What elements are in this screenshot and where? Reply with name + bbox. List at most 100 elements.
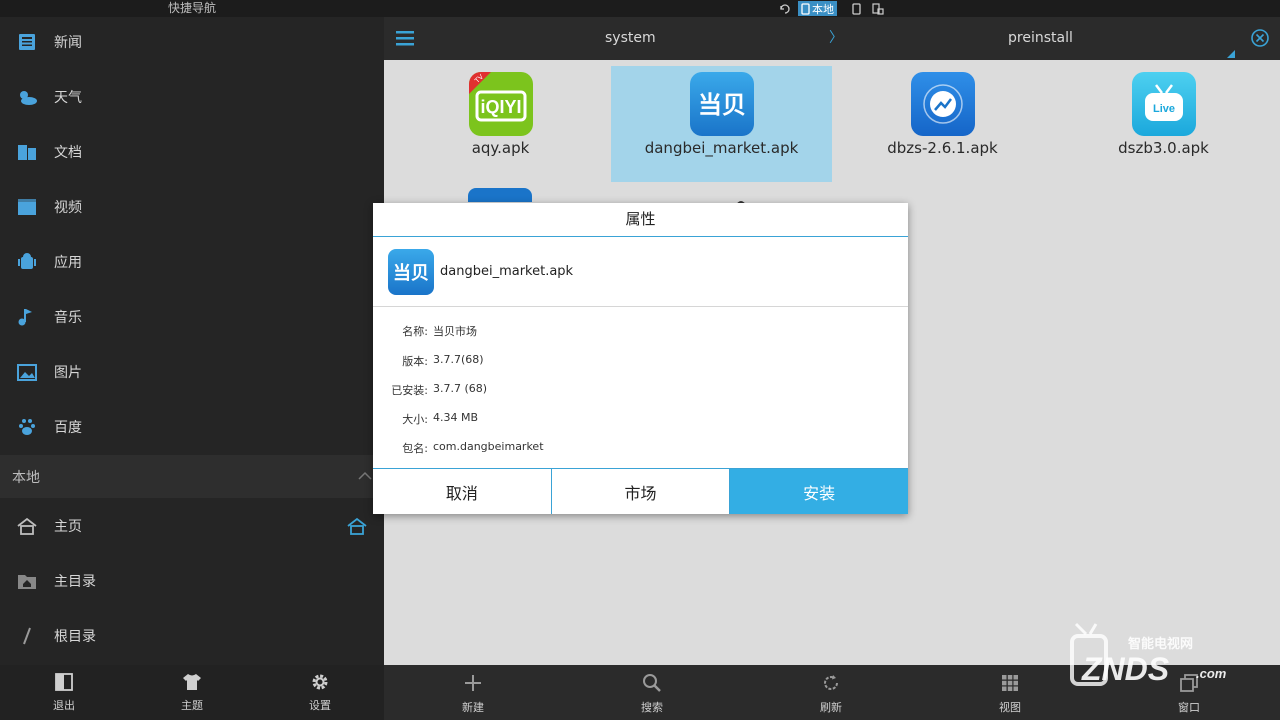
property-row-installed: 已安装: 3.7.7 (68): [373, 382, 908, 400]
svg-text:当贝: 当贝: [698, 91, 746, 119]
search-button[interactable]: 搜索: [612, 673, 692, 715]
dialog-buttons: 取消 市场 安装: [373, 468, 909, 514]
exit-button[interactable]: 退出: [19, 665, 109, 720]
sidebar-item-root-dir[interactable]: 根目录: [0, 611, 384, 661]
local-section-header[interactable]: 本地: [0, 455, 384, 498]
exit-label: 退出: [53, 698, 75, 712]
theme-button[interactable]: 主题: [147, 665, 237, 720]
refresh-label: 刷新: [820, 701, 842, 714]
apk-icon-partial[interactable]: [734, 192, 748, 208]
property-key: 大小:: [402, 413, 428, 426]
sidebar-item-pictures[interactable]: 图片: [0, 347, 384, 397]
svg-text:Live: Live: [1152, 103, 1174, 115]
sidebar-item-music[interactable]: 音乐: [0, 292, 384, 342]
weather-icon: [0, 87, 54, 107]
sidebar-item-baidu[interactable]: 百度: [0, 402, 384, 452]
dbzs-app-icon: [910, 72, 975, 136]
cancel-button[interactable]: 取消: [373, 469, 552, 514]
settings-button[interactable]: 设置: [275, 665, 365, 720]
sidebar-item-label: 新闻: [54, 35, 82, 51]
phone-storage-icon[interactable]: [852, 1, 861, 16]
property-row-name: 名称: 当贝市场: [373, 323, 908, 341]
remote-device-icon[interactable]: [872, 1, 884, 16]
property-key: 版本:: [402, 355, 428, 368]
watermark-brand-text: ZNDS: [1081, 651, 1170, 687]
sidebar-item-label: 图片: [54, 365, 82, 381]
sidebar-item-label: 天气: [54, 90, 82, 106]
sidebar-item-video[interactable]: 视频: [0, 182, 384, 232]
svg-text:iQIYI: iQIYI: [480, 97, 521, 117]
app-icon-text: 当贝: [393, 262, 429, 284]
exit-icon: [54, 672, 74, 694]
file-tile-aqy[interactable]: TV iQIYI aqy.apk: [390, 66, 611, 182]
picture-icon: [0, 362, 54, 382]
close-icon[interactable]: [1250, 28, 1270, 52]
property-value: com.dangbeimarket: [433, 440, 544, 453]
breadcrumb-system[interactable]: system: [605, 17, 656, 60]
market-button[interactable]: 市场: [551, 469, 731, 514]
theme-label: 主题: [181, 698, 203, 712]
sidebar-item-apps[interactable]: 应用: [0, 237, 384, 287]
sidebar-item-home[interactable]: 主页: [0, 501, 384, 551]
section-label: 本地: [12, 469, 40, 486]
set-home-icon[interactable]: [346, 516, 368, 540]
view-button[interactable]: 视图: [970, 673, 1050, 715]
chevron-up-icon: [358, 469, 372, 485]
breadcrumb-separator: 〉: [829, 30, 843, 46]
refresh-icon: [821, 673, 841, 696]
quick-nav-sidebar: 快捷导航 新闻 天气 文档 视频 应用 音乐 图片 百度 本地 主页 主目录 根…: [0, 0, 384, 720]
path-toolbar: system 〉 preinstall: [384, 17, 1280, 60]
file-tile-dszb[interactable]: Live dszb3.0.apk: [1053, 66, 1274, 182]
folder-home-icon: [0, 571, 54, 591]
sidebar-item-label: 百度: [54, 420, 82, 436]
file-tile-dangbei-market[interactable]: 当贝 dangbei_market.apk: [611, 66, 832, 182]
status-bar: 本地: [384, 0, 1280, 17]
dangbei-app-icon: 当贝: [388, 248, 434, 295]
dialog-file-header: 当贝 dangbei_market.apk: [373, 237, 908, 307]
file-tile-dbzs[interactable]: dbzs-2.6.1.apk: [832, 66, 1053, 182]
sidebar-item-news[interactable]: 新闻: [0, 17, 384, 67]
dialog-file-name: dangbei_market.apk: [440, 264, 574, 279]
file-name: dangbei_market.apk: [644, 139, 799, 157]
property-value: 3.7.7(68): [433, 353, 484, 366]
network-icon[interactable]: [779, 1, 791, 16]
settings-label: 设置: [309, 698, 331, 712]
file-name: dszb3.0.apk: [1118, 139, 1209, 157]
music-icon: [0, 307, 54, 327]
dangbei-app-icon: 当贝: [689, 72, 754, 136]
new-button[interactable]: 新建: [433, 673, 513, 715]
property-value: 当贝市场: [433, 325, 477, 338]
property-key: 名称:: [402, 325, 428, 338]
refresh-button[interactable]: 刷新: [791, 673, 871, 715]
property-row-size: 大小: 4.34 MB: [373, 411, 908, 429]
home-icon: [0, 516, 54, 536]
file-name: aqy.apk: [471, 139, 530, 157]
local-storage-label: 本地: [812, 2, 834, 16]
shirt-icon: [182, 673, 202, 694]
install-button[interactable]: 安装: [730, 469, 909, 514]
file-name: dbzs-2.6.1.apk: [887, 139, 998, 157]
sidebar-item-label: 文档: [54, 145, 82, 161]
plus-icon: [463, 673, 483, 696]
news-icon: [0, 32, 54, 52]
app-icon: [0, 252, 54, 272]
properties-list: 名称: 当贝市场 版本: 3.7.7(68) 已安装: 3.7.7 (68) 大…: [373, 307, 908, 468]
breadcrumb-preinstall[interactable]: preinstall: [1008, 17, 1073, 60]
baidu-paw-icon: [0, 417, 54, 437]
property-key: 已安装:: [391, 384, 428, 397]
sidebar-item-documents[interactable]: 文档: [0, 127, 384, 177]
iqiyi-app-icon: TV iQIYI: [468, 72, 533, 136]
app-icon-partial[interactable]: [468, 188, 532, 202]
local-storage-tab[interactable]: 本地: [798, 1, 837, 16]
sidebar-item-home-dir[interactable]: 主目录: [0, 556, 384, 606]
menu-icon[interactable]: [395, 29, 415, 51]
new-label: 新建: [462, 701, 484, 714]
sidebar-item-label: 视频: [54, 200, 82, 216]
file-manager-app: 快捷导航 新闻 天气 文档 视频 应用 音乐 图片 百度 本地 主页 主目录 根…: [0, 0, 1280, 720]
document-icon: [0, 142, 54, 162]
slash-icon: [0, 626, 54, 646]
sidebar-item-weather[interactable]: 天气: [0, 72, 384, 122]
sidebar-item-label: 音乐: [54, 310, 82, 326]
property-value: 4.34 MB: [433, 411, 479, 424]
view-label: 视图: [999, 701, 1021, 714]
